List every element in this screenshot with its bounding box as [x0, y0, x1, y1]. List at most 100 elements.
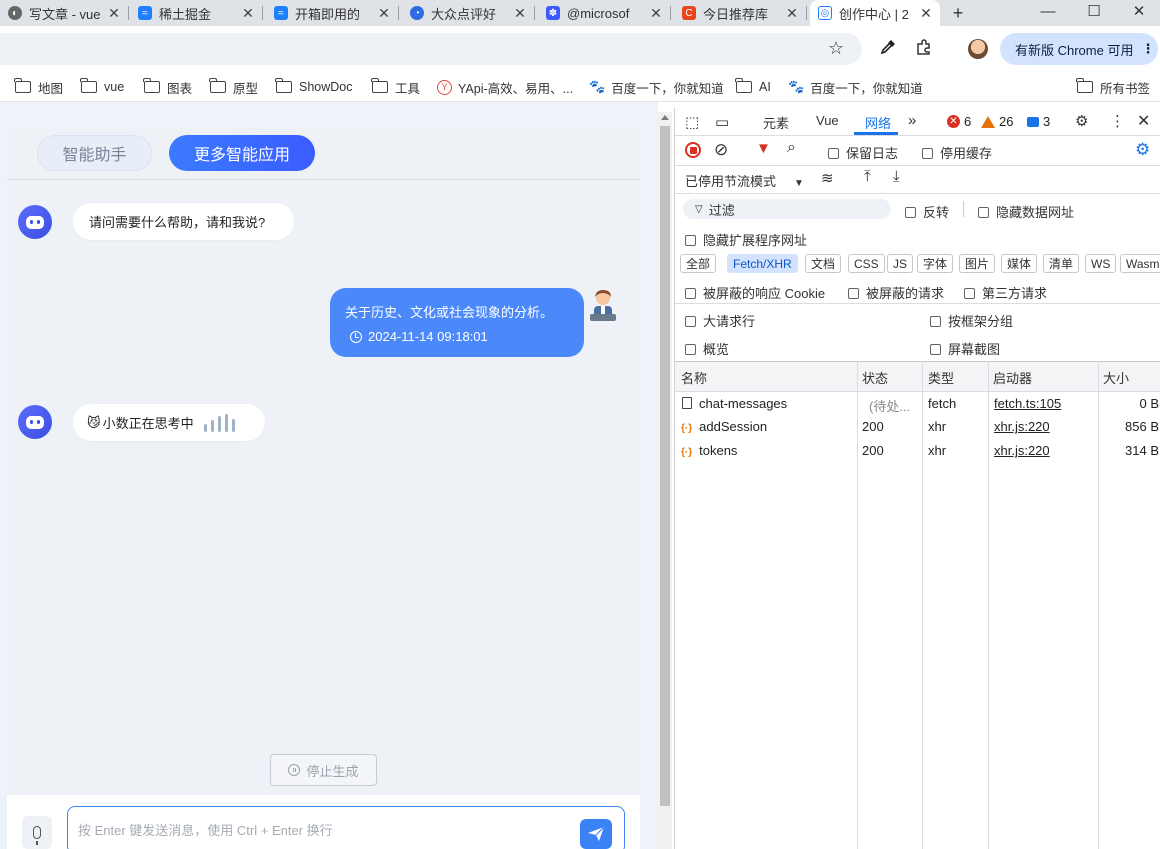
bookmark-link[interactable]: Y YApi-高效、易用、... — [437, 78, 573, 96]
blocked-cookies-checkbox[interactable]: 被屏蔽的响应 Cookie — [685, 283, 825, 302]
filter-funnel-icon[interactable]: ▼ — [756, 140, 771, 157]
bookmark-link[interactable]: 🐾 百度一下，你就知道 — [788, 78, 923, 96]
blocked-requests-checkbox[interactable]: 被屏蔽的请求 — [848, 283, 944, 302]
voice-input-button[interactable] — [22, 816, 52, 849]
filter-chip-img[interactable]: 图片 — [959, 254, 996, 273]
filter-chip-css[interactable]: CSS — [848, 254, 885, 273]
filter-chip-manifest[interactable]: 清单 — [1043, 254, 1080, 273]
customize-menu-icon[interactable]: ⋮ — [1110, 112, 1125, 130]
filter-chip-all[interactable]: 全部 — [680, 254, 717, 273]
tab-more-apps[interactable]: 更多智能应用 — [169, 135, 315, 171]
browser-tab[interactable]: C 今日推荐库 ✕ — [674, 0, 807, 26]
scroll-up-icon[interactable] — [661, 115, 669, 120]
message-count-badge[interactable]: 3 — [1027, 114, 1050, 129]
column-header-name[interactable]: 名称 — [681, 368, 707, 387]
browser-tab[interactable]: ≈ 稀土掘金 ✕ — [130, 0, 263, 26]
new-tab-button[interactable]: + — [948, 0, 968, 26]
filter-chip-js[interactable]: JS — [887, 254, 914, 273]
filter-chip-fetch-xhr[interactable]: Fetch/XHR — [727, 254, 798, 273]
close-tab-icon[interactable]: ✕ — [512, 5, 528, 22]
close-tab-icon[interactable]: ✕ — [784, 5, 800, 22]
search-icon[interactable]: ⌕ — [787, 139, 796, 157]
bookmark-folder[interactable]: 图表 — [143, 78, 192, 96]
filter-chip-media[interactable]: 媒体 — [1001, 254, 1038, 273]
close-tab-icon[interactable]: ✕ — [918, 5, 934, 22]
browser-tab[interactable]: ≈ 开箱即用的 ✕ — [266, 0, 399, 26]
request-initiator-link[interactable]: xhr.js:220 — [994, 419, 1050, 434]
column-header-size[interactable]: 大小 — [1103, 368, 1129, 387]
warning-count-badge[interactable]: 26 — [981, 114, 1013, 129]
settings-gear-icon[interactable]: ⚙ — [1075, 112, 1088, 130]
hide-data-urls-checkbox[interactable]: 隐藏数据网址 — [978, 202, 1074, 221]
browser-tab[interactable]: ✽ @microsof ✕ — [538, 0, 671, 26]
record-stop-icon[interactable] — [685, 142, 701, 158]
filter-chip-doc[interactable]: 文档 — [805, 254, 842, 273]
disable-cache-checkbox[interactable]: 停用缓存 — [922, 143, 992, 162]
bookmark-folder[interactable]: ShowDoc — [275, 78, 353, 96]
page-scrollbar[interactable] — [658, 112, 672, 849]
invert-checkbox[interactable]: 反转 — [905, 202, 949, 221]
browser-tab-active[interactable]: ◎ 创作中心 | 2 ✕ — [810, 0, 940, 26]
tab-vue[interactable]: Vue — [816, 113, 839, 128]
bookmark-star-icon[interactable]: ☆ — [828, 38, 844, 59]
maximize-button[interactable]: ☐ — [1071, 0, 1117, 26]
clear-log-icon[interactable]: ⊘ — [714, 140, 728, 160]
close-tab-icon[interactable]: ✕ — [240, 5, 256, 22]
request-initiator-link[interactable]: fetch.ts:105 — [994, 396, 1061, 411]
inspect-element-icon[interactable]: ⬚ — [685, 113, 699, 131]
bookmark-link[interactable]: 🐾 百度一下，你就知道 — [589, 78, 724, 96]
column-header-status[interactable]: 状态 — [862, 368, 888, 387]
bookmark-folder[interactable]: vue — [80, 78, 124, 96]
hide-extension-urls-checkbox[interactable]: 隐藏扩展程序网址 — [685, 230, 807, 249]
close-tab-icon[interactable]: ✕ — [648, 5, 664, 22]
tab-smart-assistant[interactable]: 智能助手 — [37, 135, 152, 171]
minimize-button[interactable]: — — [1025, 0, 1071, 26]
tab-elements[interactable]: 元素 — [763, 113, 789, 132]
tab-network[interactable]: 网络 — [865, 113, 891, 132]
filter-chip-ws[interactable]: WS — [1085, 254, 1117, 273]
preserve-log-checkbox[interactable]: 保留日志 — [828, 143, 898, 162]
table-row[interactable]: {·} tokens 200 xhr xhr.js:220 314 B — [675, 439, 1160, 462]
bookmark-folder[interactable]: 地图 — [14, 78, 63, 96]
overview-checkbox[interactable]: 概览 — [685, 339, 729, 358]
table-row[interactable]: {·} addSession 200 xhr xhr.js:220 856 B — [675, 415, 1160, 438]
eyedropper-icon[interactable] — [877, 38, 899, 60]
all-bookmarks-folder[interactable]: 所有书签 — [1076, 78, 1150, 96]
large-rows-checkbox[interactable]: 大请求行 — [685, 311, 755, 330]
request-initiator-link[interactable]: xhr.js:220 — [994, 443, 1050, 458]
column-header-type[interactable]: 类型 — [928, 368, 954, 387]
close-tab-icon[interactable]: ✕ — [376, 5, 392, 22]
table-row[interactable]: chat-messages (待处... fetch fetch.ts:105 … — [675, 392, 1160, 415]
bookmark-folder[interactable]: AI — [735, 78, 771, 96]
filter-chip-font[interactable]: 字体 — [917, 254, 954, 273]
column-header-initiator[interactable]: 启动器 — [993, 368, 1032, 387]
network-settings-gear-icon[interactable]: ⚙ — [1135, 140, 1150, 160]
filter-input[interactable]: ▽ 过滤 — [683, 199, 891, 219]
third-party-checkbox[interactable]: 第三方请求 — [964, 283, 1047, 302]
message-input[interactable] — [78, 819, 568, 841]
device-toolbar-icon[interactable]: ▭ — [715, 113, 729, 131]
import-har-icon[interactable]: ⤒ — [864, 168, 871, 185]
more-tabs-icon[interactable]: » — [908, 112, 916, 129]
bookmark-folder[interactable]: 原型 — [209, 78, 258, 96]
close-window-button[interactable]: ✕ — [1116, 0, 1160, 26]
chrome-update-button[interactable]: 有新版 Chrome 可用 ⋮ — [1000, 33, 1158, 65]
export-har-icon[interactable]: ⤓ — [893, 168, 900, 185]
network-conditions-icon[interactable]: ≋ — [821, 169, 834, 187]
error-count-badge[interactable]: ✕ 6 — [947, 114, 971, 129]
close-devtools-icon[interactable]: ✕ — [1137, 111, 1150, 131]
browser-tab[interactable]: ◔ 大众点评好 ✕ — [402, 0, 535, 26]
extensions-icon[interactable] — [913, 38, 935, 60]
address-bar[interactable] — [0, 33, 862, 65]
bookmark-folder[interactable]: 工具 — [371, 78, 420, 96]
browser-tab[interactable]: ◐ 写文章 - vue ✕ — [0, 0, 129, 26]
close-tab-icon[interactable]: ✕ — [106, 5, 122, 22]
scrollbar-thumb[interactable] — [660, 126, 670, 806]
group-by-frame-checkbox[interactable]: 按框架分组 — [930, 311, 1013, 330]
profile-avatar[interactable] — [968, 39, 988, 59]
stop-generating-button[interactable]: 停止生成 — [270, 754, 377, 786]
screenshots-checkbox[interactable]: 屏幕截图 — [930, 339, 1000, 358]
throttling-select[interactable]: 已停用节流模式 ▼ — [685, 171, 804, 190]
filter-chip-wasm[interactable]: Wasm — [1120, 254, 1160, 273]
send-button[interactable] — [580, 819, 612, 849]
